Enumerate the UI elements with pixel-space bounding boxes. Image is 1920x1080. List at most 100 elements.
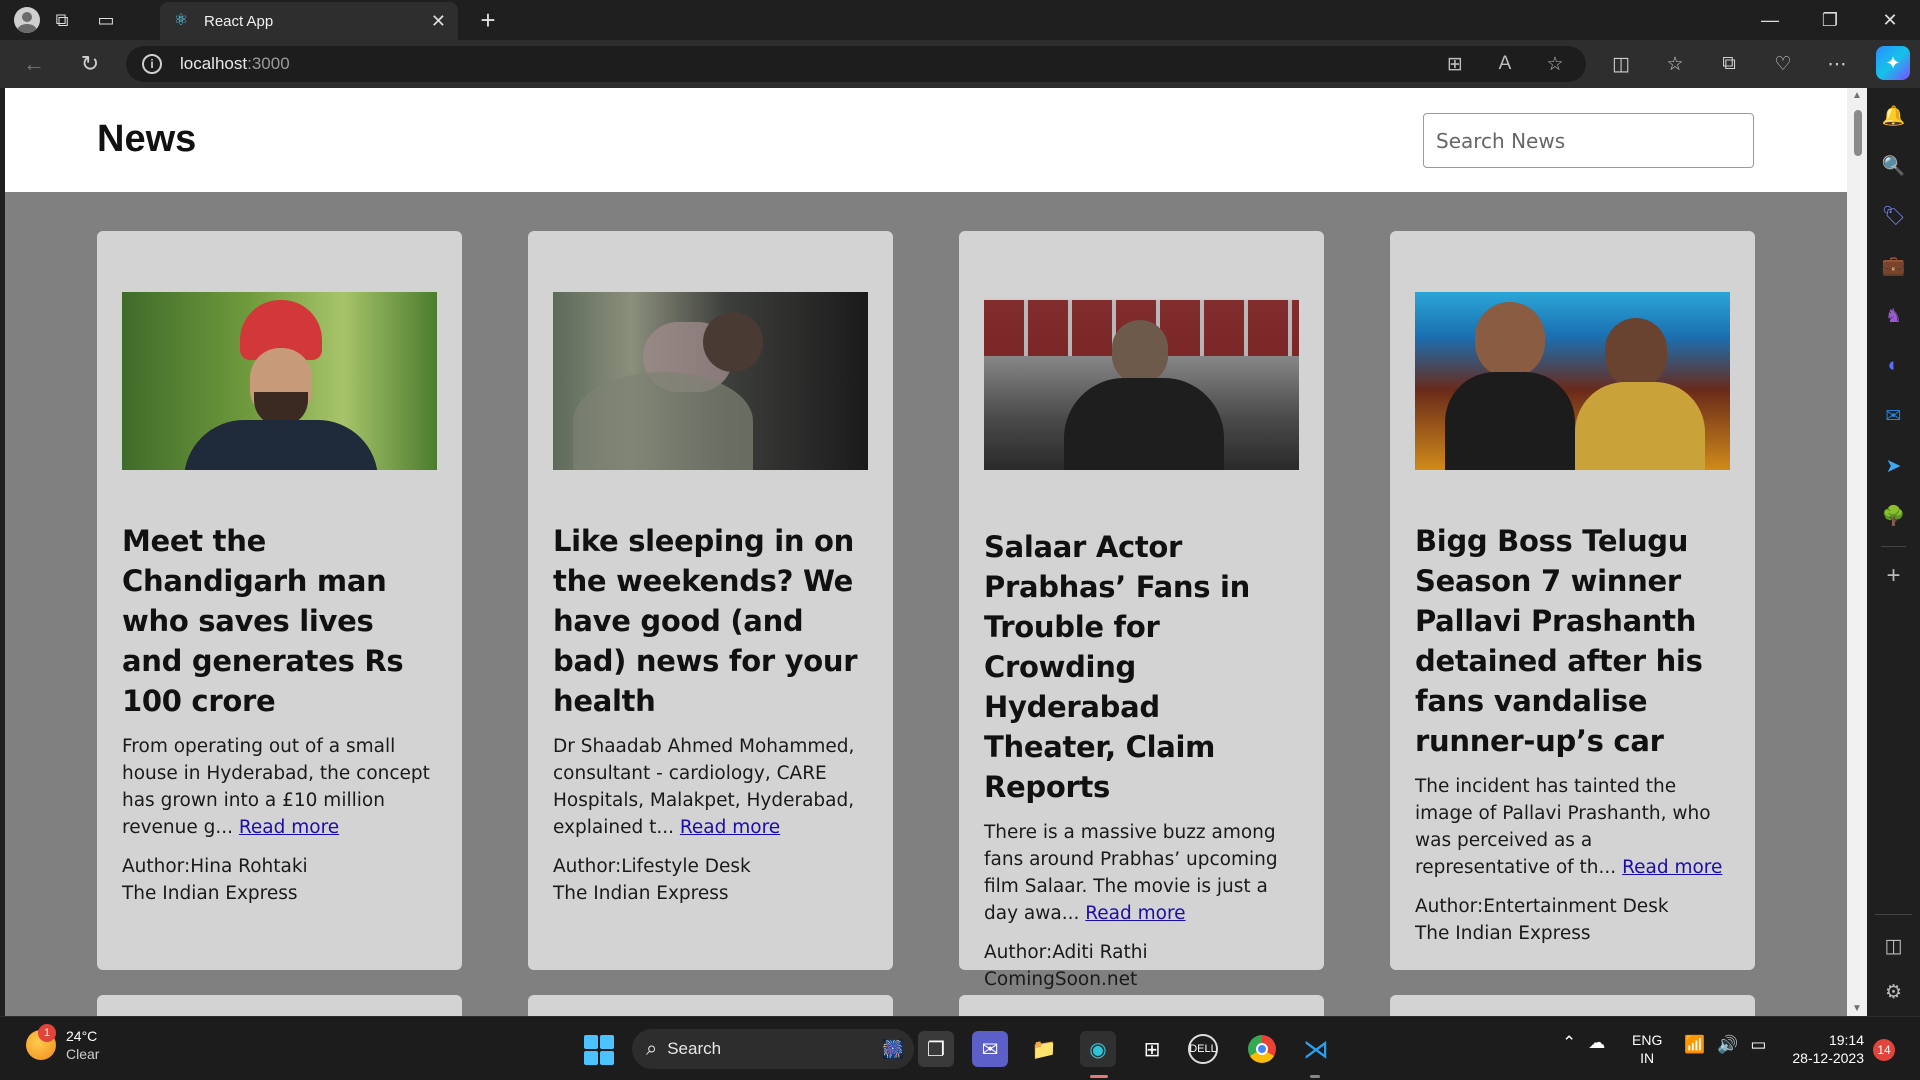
browser-tab[interactable]: ⚛ React App ✕ [160, 2, 458, 40]
notifications-bell-icon[interactable]: 🔔 [1867, 96, 1920, 136]
article-image [984, 298, 1299, 470]
region-code: IN [1640, 1050, 1655, 1066]
microsoft-store-icon[interactable]: ⊞ [1134, 1031, 1170, 1067]
send-icon[interactable]: ➤ [1867, 446, 1920, 486]
refresh-button[interactable]: ↻ [68, 44, 112, 84]
page-scrollbar[interactable]: ▲ ▼ [1847, 88, 1867, 1016]
read-more-link[interactable]: Read more [1622, 857, 1722, 878]
hide-sidebar-icon[interactable]: ◫ [1867, 926, 1920, 966]
teams-chat-icon[interactable]: ✉ [972, 1031, 1008, 1067]
close-window-button[interactable]: ✕ [1860, 0, 1920, 40]
add-app-icon[interactable]: + [1867, 556, 1920, 596]
read-more-link[interactable]: Read more [680, 817, 780, 838]
taskbar-search-label: Search [667, 1039, 722, 1058]
tools-briefcase-icon[interactable]: 💼 [1867, 246, 1920, 286]
search-input[interactable] [1423, 113, 1754, 168]
scroll-down-arrow-icon[interactable]: ▼ [1851, 1003, 1863, 1014]
news-card: Salaar Actor Prabhas’ Fans in Trouble fo… [959, 231, 1324, 990]
article-author: Author:Entertainment Desk [1415, 896, 1669, 917]
article-meta: Author:Aditi Rathi ComingSoon.net [984, 939, 1299, 993]
article-title: Meet the Chandigarh man who saves lives … [122, 524, 404, 718]
dell-icon[interactable]: DELL [1188, 1034, 1218, 1064]
weather-widget[interactable]: 1 24°C Clear [26, 1024, 99, 1063]
article-image [122, 292, 437, 470]
close-tab-icon[interactable]: ✕ [431, 11, 446, 32]
shopping-tag-icon[interactable]: 🏷 [1867, 196, 1920, 236]
read-aloud-icon[interactable]: A [1480, 46, 1530, 82]
weather-moon-icon: 1 [26, 1024, 56, 1060]
settings-gear-icon[interactable]: ⚙ [1867, 972, 1920, 1012]
new-tab-button[interactable]: + [468, 0, 508, 40]
split-screen-icon[interactable]: ◫ [1594, 44, 1648, 84]
windows-start-icon[interactable] [584, 1035, 614, 1065]
minimize-button[interactable]: — [1740, 0, 1800, 40]
collections-icon[interactable]: ⧉ [1702, 44, 1756, 84]
page-header: News [5, 88, 1847, 192]
article-title: Bigg Boss Telugu Season 7 winner Pallavi… [1415, 524, 1703, 758]
address-bar[interactable]: i localhost:3000 [126, 46, 1586, 82]
browser-sidebar: 🔔 🔍 🏷 💼 ♞ ◐ ✉ ➤ 🌳 + ◫ ⚙ [1867, 88, 1920, 1016]
system-clock[interactable]: 19:14 28-12-2023 [1784, 1031, 1864, 1067]
article-source: The Indian Express [553, 883, 729, 904]
article-description: The incident has tainted the image of Pa… [1415, 776, 1723, 878]
app-available-icon[interactable]: ⊞ [1430, 46, 1480, 82]
system-tray: ⌃ ☁ [1562, 1033, 1617, 1053]
back-button[interactable]: ← [12, 44, 56, 84]
chrome-icon[interactable] [1244, 1031, 1280, 1067]
games-chess-icon[interactable]: ♞ [1867, 296, 1920, 336]
battery-icon: ▭ [1750, 1035, 1767, 1054]
copilot-icon[interactable]: ✦ [1876, 46, 1910, 80]
article-image [553, 292, 868, 470]
notification-count-badge[interactable]: 14 [1873, 1039, 1895, 1061]
workspaces-icon[interactable]: ⧉ [42, 0, 82, 40]
news-card [1390, 995, 1755, 1016]
read-more-link[interactable]: Read more [239, 817, 339, 838]
task-view-icon[interactable]: ❐ [918, 1031, 954, 1067]
copilot-app-icon[interactable]: ◐ [1867, 346, 1920, 386]
tree-icon[interactable]: 🌳 [1867, 496, 1920, 536]
quick-settings[interactable]: 📶 🔊 ▭ [1684, 1035, 1766, 1055]
clock-date: 28-12-2023 [1792, 1050, 1864, 1066]
news-card: Bigg Boss Telugu Season 7 winner Pallavi… [1390, 231, 1755, 970]
language-code: ENG [1632, 1032, 1663, 1048]
restore-button[interactable]: ❐ [1800, 0, 1860, 40]
volume-icon: 🔊 [1717, 1035, 1739, 1054]
profile-avatar-icon[interactable] [14, 7, 40, 33]
site-info-icon[interactable]: i [142, 54, 162, 74]
vscode-icon[interactable]: ⋊ [1298, 1031, 1334, 1067]
favorite-star-icon[interactable]: ☆ [1530, 46, 1580, 82]
search-highlight-icon: 🎆 [881, 1038, 904, 1059]
search-icon[interactable]: 🔍 [1867, 146, 1920, 186]
article-author: Author:Hina Rohtaki [122, 856, 308, 877]
read-more-link[interactable]: Read more [1085, 903, 1185, 924]
news-card [528, 995, 893, 1016]
url-port: :3000 [247, 54, 290, 73]
file-explorer-icon[interactable]: 📁 [1026, 1031, 1062, 1067]
weather-badge: 1 [38, 1024, 56, 1042]
favorites-icon[interactable]: ☆ [1648, 44, 1702, 84]
weather-temp: 24°C [66, 1028, 98, 1044]
taskbar-search[interactable]: ⌕ Search 🎆 [632, 1029, 914, 1069]
language-indicator[interactable]: ENG IN [1632, 1031, 1662, 1067]
wifi-icon: 📶 [1684, 1035, 1706, 1054]
open-app-indicator [1310, 1075, 1320, 1078]
vertical-tabs-icon[interactable]: ▭ [86, 0, 126, 40]
edge-browser-icon[interactable]: ◉ [1080, 1031, 1116, 1067]
show-hidden-icons-icon[interactable]: ⌃ [1562, 1033, 1576, 1053]
active-app-indicator [1090, 1075, 1108, 1078]
tab-title: React App [204, 12, 274, 30]
sidebar-divider [1881, 546, 1906, 547]
more-menu-icon[interactable]: ⋯ [1810, 44, 1864, 84]
windows-taskbar: 1 24°C Clear ⌕ Search 🎆 ❐ ✉ 📁 ◉ ⊞ DELL ⋊… [0, 1016, 1920, 1080]
brand-title: News [97, 118, 197, 160]
scroll-up-arrow-icon[interactable]: ▲ [1851, 90, 1863, 101]
browser-essentials-icon[interactable]: ♡ [1756, 44, 1810, 84]
onedrive-cloud-icon[interactable]: ☁ [1588, 1033, 1605, 1053]
scrollbar-thumb[interactable] [1854, 110, 1862, 156]
clock-time: 19:14 [1828, 1032, 1864, 1048]
outlook-icon[interactable]: ✉ [1867, 396, 1920, 436]
news-card: Like sleeping in on the weekends? We hav… [528, 231, 893, 970]
news-card [97, 995, 462, 1016]
news-card: Meet the Chandigarh man who saves lives … [97, 231, 462, 970]
article-meta: Author:Lifestyle Desk The Indian Express [553, 853, 868, 907]
